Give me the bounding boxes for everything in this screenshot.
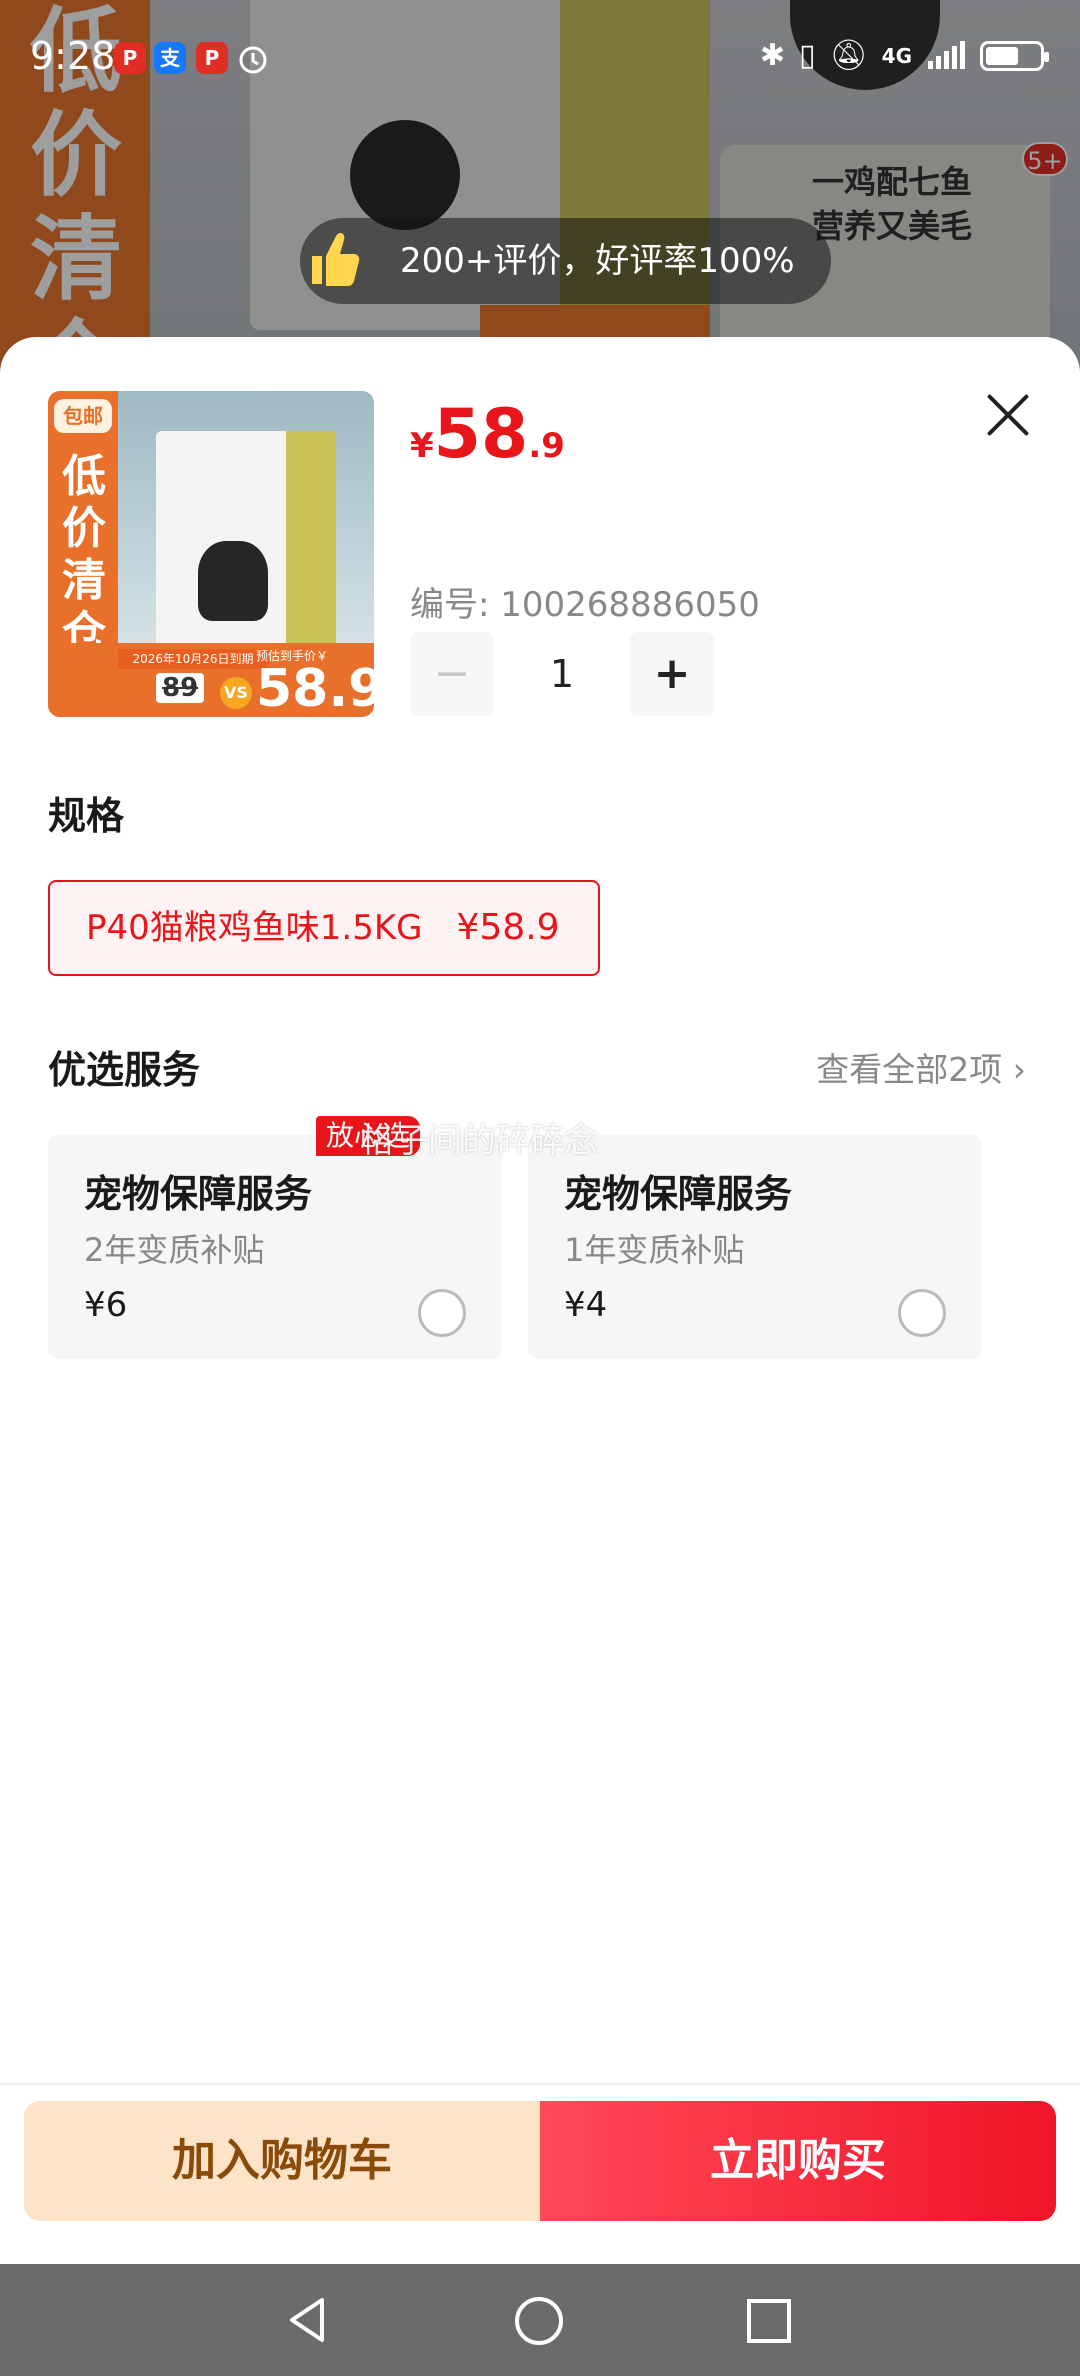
battery-icon xyxy=(980,40,1049,71)
service-radio[interactable] xyxy=(418,1289,466,1337)
price-integer: 58 xyxy=(433,395,529,474)
home-nav-button[interactable] xyxy=(512,2294,566,2348)
service-option-card[interactable]: 宠物保障服务 2年变质补贴 ¥6 xyxy=(48,1135,502,1359)
product-image-vertical-text: 低价清仓 xyxy=(62,451,106,658)
product-image-date: 2026年10月26日到期 xyxy=(118,649,268,669)
service-subtitle: 1年变质补贴 xyxy=(564,1231,745,1269)
vibrate-icon: ▯ xyxy=(799,38,816,73)
quantity-value[interactable]: 1 xyxy=(494,652,630,696)
add-to-cart-button[interactable]: 加入购物车 xyxy=(24,2101,540,2221)
recents-nav-button[interactable] xyxy=(744,2296,794,2346)
service-title: 宠物保障服务 xyxy=(84,1172,313,1216)
spec-option-name: P40猫粮鸡鱼味1.5KG xyxy=(86,908,423,948)
alarm-icon xyxy=(239,46,267,74)
vs-badge: VS xyxy=(220,677,252,709)
pdd-icon: P xyxy=(196,42,228,74)
product-cat xyxy=(198,541,268,621)
danmaku-overlay-text: 格子间的碎碎念 xyxy=(360,1121,598,1161)
free-shipping-tag: 包邮 xyxy=(54,399,112,433)
service-price: ¥6 xyxy=(84,1285,128,1325)
product-image-promo-price: 58.9 xyxy=(256,659,374,717)
quantity-stepper: − 1 + xyxy=(410,632,714,716)
view-all-services-link[interactable]: 查看全部2项 › xyxy=(816,1043,1026,1091)
pdd-icon: P xyxy=(114,42,146,74)
product-bag-stripe xyxy=(286,431,336,671)
increase-quantity-button[interactable]: + xyxy=(630,632,714,716)
recents-square-icon xyxy=(747,2299,791,2343)
services-section-title: 优选服务 xyxy=(48,1048,201,1092)
back-triangle-icon xyxy=(290,2298,324,2342)
signal-icon xyxy=(928,40,965,69)
spec-option-selected[interactable]: P40猫粮鸡鱼味1.5KG ¥58.9 xyxy=(48,880,600,976)
spec-option-price: ¥58.9 xyxy=(456,907,560,948)
service-radio[interactable] xyxy=(898,1289,946,1337)
product-image-old-price: 89 xyxy=(156,673,205,703)
buy-now-button[interactable]: 立即购买 xyxy=(540,2101,1056,2221)
sku-number: 编号: 100268886050 xyxy=(410,585,760,625)
rating-text: 200+评价，好评率100% xyxy=(400,241,795,281)
chevron-right-icon: › xyxy=(1012,1050,1026,1089)
view-all-label: 查看全部2项 xyxy=(816,1050,1003,1089)
status-bar: 9:28 P 支 P ✱ ▯ 🔕︎ 4G xyxy=(0,0,1080,120)
system-navigation-bar xyxy=(0,2264,1080,2376)
rating-pill[interactable]: 200+评价，好评率100% xyxy=(300,218,831,304)
system-icons: ✱ ▯ 🔕︎ 4G xyxy=(759,38,1049,73)
decrease-quantity-button[interactable]: − xyxy=(410,632,494,716)
service-price: ¥4 xyxy=(564,1285,608,1325)
close-icon[interactable] xyxy=(980,387,1036,443)
home-circle-icon xyxy=(515,2297,563,2345)
service-option-card[interactable]: 宠物保障服务 1年变质补贴 ¥4 xyxy=(528,1135,982,1359)
service-title: 宠物保障服务 xyxy=(564,1172,793,1216)
network-type: 4G xyxy=(881,43,912,68)
price-currency: ¥ xyxy=(410,426,434,466)
sku-selection-sheet: 包邮 低价清仓 2026年10月26日到期 89 VS 预估到手价￥ 58.9 … xyxy=(0,337,1080,2264)
back-nav-button[interactable] xyxy=(282,2294,334,2350)
service-subtitle: 2年变质补贴 xyxy=(84,1231,265,1269)
product-thumbnail[interactable]: 包邮 低价清仓 2026年10月26日到期 89 VS 预估到手价￥ 58.9 xyxy=(48,391,374,717)
price-decimal: .9 xyxy=(528,426,565,466)
bluetooth-icon: ✱ xyxy=(759,38,786,73)
spec-section-title: 规格 xyxy=(48,794,125,838)
alipay-icon: 支 xyxy=(154,42,186,74)
product-price: ¥58.9 xyxy=(410,395,565,474)
status-time: 9:28 xyxy=(30,34,116,78)
thumbs-up-icon xyxy=(312,233,360,286)
mute-icon: 🔕︎ xyxy=(829,38,868,73)
action-bar-divider xyxy=(0,2083,1080,2085)
